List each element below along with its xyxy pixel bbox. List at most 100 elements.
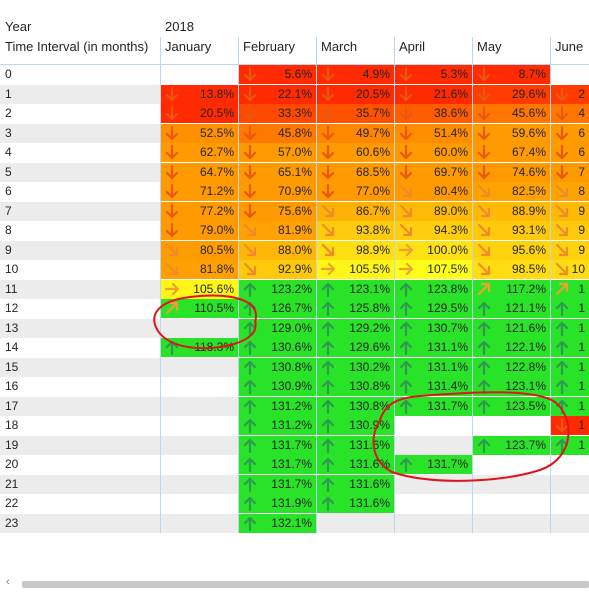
cell-february-row-20[interactable]: 131.7% xyxy=(238,455,316,474)
cell-march-row-8[interactable]: 93.8% xyxy=(316,221,394,240)
cell-may-row-19[interactable]: 123.7% xyxy=(472,435,550,455)
cell-may-row-2[interactable]: 45.6% xyxy=(472,104,550,123)
cell-june-row-16[interactable]: 1 xyxy=(550,377,589,396)
cell-february-row-14[interactable]: 130.6% xyxy=(238,338,316,357)
cell-february-row-23[interactable]: 132.1% xyxy=(238,513,316,533)
cell-february-row-2[interactable]: 33.3% xyxy=(238,104,316,123)
cell-june-row-12[interactable]: 1 xyxy=(550,299,589,318)
cell-february-row-7[interactable]: 75.6% xyxy=(238,201,316,221)
cell-april-row-11[interactable]: 123.8% xyxy=(394,279,472,299)
cell-april-row-4[interactable]: 60.0% xyxy=(394,143,472,162)
cell-february-row-3[interactable]: 45.8% xyxy=(238,123,316,143)
cell-june-row-7[interactable]: 9 xyxy=(550,201,589,221)
cell-january-row-6[interactable]: 71.2% xyxy=(160,182,238,201)
cell-january-row-4[interactable]: 62.7% xyxy=(160,143,238,162)
cell-january-row-14[interactable]: 118.3% xyxy=(160,338,238,357)
cell-april-row-8[interactable]: 94.3% xyxy=(394,221,472,240)
cell-february-row-1[interactable]: 22.1% xyxy=(238,84,316,104)
cell-june-row-8[interactable]: 9 xyxy=(550,221,589,240)
cell-june-row-1[interactable]: 2 xyxy=(550,84,589,104)
cell-april-row-6[interactable]: 80.4% xyxy=(394,182,472,201)
cell-february-row-0[interactable]: 5.6% xyxy=(238,65,316,84)
cell-march-row-9[interactable]: 98.9% xyxy=(316,240,394,260)
cell-march-row-2[interactable]: 35.7% xyxy=(316,104,394,123)
cell-february-row-19[interactable]: 131.7% xyxy=(238,435,316,455)
cell-may-row-16[interactable]: 123.1% xyxy=(472,377,550,396)
cell-april-row-7[interactable]: 89.0% xyxy=(394,201,472,221)
cell-january-row-12[interactable]: 110.5% xyxy=(160,299,238,318)
cell-june-row-4[interactable]: 6 xyxy=(550,143,589,162)
cell-june-row-6[interactable]: 8 xyxy=(550,182,589,201)
cell-february-row-4[interactable]: 57.0% xyxy=(238,143,316,162)
cell-january-row-8[interactable]: 79.0% xyxy=(160,221,238,240)
cell-may-row-3[interactable]: 59.6% xyxy=(472,123,550,143)
cell-february-row-8[interactable]: 81.9% xyxy=(238,221,316,240)
cell-june-row-15[interactable]: 1 xyxy=(550,357,589,377)
cell-march-row-17[interactable]: 130.8% xyxy=(316,396,394,416)
cell-april-row-13[interactable]: 130.7% xyxy=(394,318,472,338)
cell-may-row-8[interactable]: 93.1% xyxy=(472,221,550,240)
cell-may-row-15[interactable]: 122.8% xyxy=(472,357,550,377)
cell-april-row-12[interactable]: 129.5% xyxy=(394,299,472,318)
cell-february-row-10[interactable]: 92.9% xyxy=(238,260,316,279)
cell-june-row-5[interactable]: 7 xyxy=(550,162,589,182)
cell-march-row-4[interactable]: 60.6% xyxy=(316,143,394,162)
cell-march-row-18[interactable]: 130.9% xyxy=(316,416,394,435)
cell-april-row-9[interactable]: 100.0% xyxy=(394,240,472,260)
cell-march-row-14[interactable]: 129.6% xyxy=(316,338,394,357)
cell-april-row-10[interactable]: 107.5% xyxy=(394,260,472,279)
cell-june-row-9[interactable]: 9 xyxy=(550,240,589,260)
scroll-left-icon[interactable]: ‹ xyxy=(6,576,10,588)
cell-may-row-0[interactable]: 8.7% xyxy=(472,65,550,84)
cell-june-row-3[interactable]: 6 xyxy=(550,123,589,143)
cell-march-row-7[interactable]: 86.7% xyxy=(316,201,394,221)
cell-february-row-21[interactable]: 131.7% xyxy=(238,474,316,494)
cell-february-row-13[interactable]: 129.0% xyxy=(238,318,316,338)
cell-march-row-13[interactable]: 129.2% xyxy=(316,318,394,338)
cell-june-row-17[interactable]: 1 xyxy=(550,396,589,416)
cell-may-row-7[interactable]: 88.9% xyxy=(472,201,550,221)
cell-february-row-5[interactable]: 65.1% xyxy=(238,162,316,182)
cell-january-row-1[interactable]: 13.8% xyxy=(160,84,238,104)
scrollbar-thumb[interactable] xyxy=(22,581,589,588)
cell-june-row-18[interactable]: 1 xyxy=(550,416,589,435)
cell-april-row-17[interactable]: 131.7% xyxy=(394,396,472,416)
cell-may-row-10[interactable]: 98.5% xyxy=(472,260,550,279)
cell-february-row-15[interactable]: 130.8% xyxy=(238,357,316,377)
cell-february-row-12[interactable]: 126.7% xyxy=(238,299,316,318)
cell-may-row-13[interactable]: 121.6% xyxy=(472,318,550,338)
cell-march-row-21[interactable]: 131.6% xyxy=(316,474,394,494)
cell-june-row-14[interactable]: 1 xyxy=(550,338,589,357)
cell-june-row-10[interactable]: 10 xyxy=(550,260,589,279)
cell-march-row-6[interactable]: 77.0% xyxy=(316,182,394,201)
cell-march-row-22[interactable]: 131.6% xyxy=(316,494,394,513)
cell-march-row-20[interactable]: 131.6% xyxy=(316,455,394,474)
cell-april-row-2[interactable]: 38.6% xyxy=(394,104,472,123)
cell-january-row-9[interactable]: 80.5% xyxy=(160,240,238,260)
cell-april-row-20[interactable]: 131.7% xyxy=(394,455,472,474)
cell-march-row-10[interactable]: 105.5% xyxy=(316,260,394,279)
cell-march-row-19[interactable]: 131.6% xyxy=(316,435,394,455)
cell-may-row-9[interactable]: 95.6% xyxy=(472,240,550,260)
cell-june-row-11[interactable]: 1 xyxy=(550,279,589,299)
cell-march-row-5[interactable]: 68.5% xyxy=(316,162,394,182)
cell-april-row-0[interactable]: 5.3% xyxy=(394,65,472,84)
cell-june-row-2[interactable]: 4 xyxy=(550,104,589,123)
cell-may-row-1[interactable]: 29.6% xyxy=(472,84,550,104)
cell-may-row-12[interactable]: 121.1% xyxy=(472,299,550,318)
cell-march-row-11[interactable]: 123.1% xyxy=(316,279,394,299)
cell-february-row-16[interactable]: 130.9% xyxy=(238,377,316,396)
cell-february-row-17[interactable]: 131.2% xyxy=(238,396,316,416)
cell-january-row-3[interactable]: 52.5% xyxy=(160,123,238,143)
cell-april-row-5[interactable]: 69.7% xyxy=(394,162,472,182)
cell-may-row-4[interactable]: 67.4% xyxy=(472,143,550,162)
cell-may-row-14[interactable]: 122.1% xyxy=(472,338,550,357)
cell-march-row-16[interactable]: 130.8% xyxy=(316,377,394,396)
cell-june-row-19[interactable]: 1 xyxy=(550,435,589,455)
cell-february-row-18[interactable]: 131.2% xyxy=(238,416,316,435)
cell-january-row-11[interactable]: 105.6% xyxy=(160,279,238,299)
cell-january-row-7[interactable]: 77.2% xyxy=(160,201,238,221)
cell-april-row-15[interactable]: 131.1% xyxy=(394,357,472,377)
cell-march-row-12[interactable]: 125.8% xyxy=(316,299,394,318)
horizontal-scrollbar[interactable]: ‹ xyxy=(0,576,589,593)
